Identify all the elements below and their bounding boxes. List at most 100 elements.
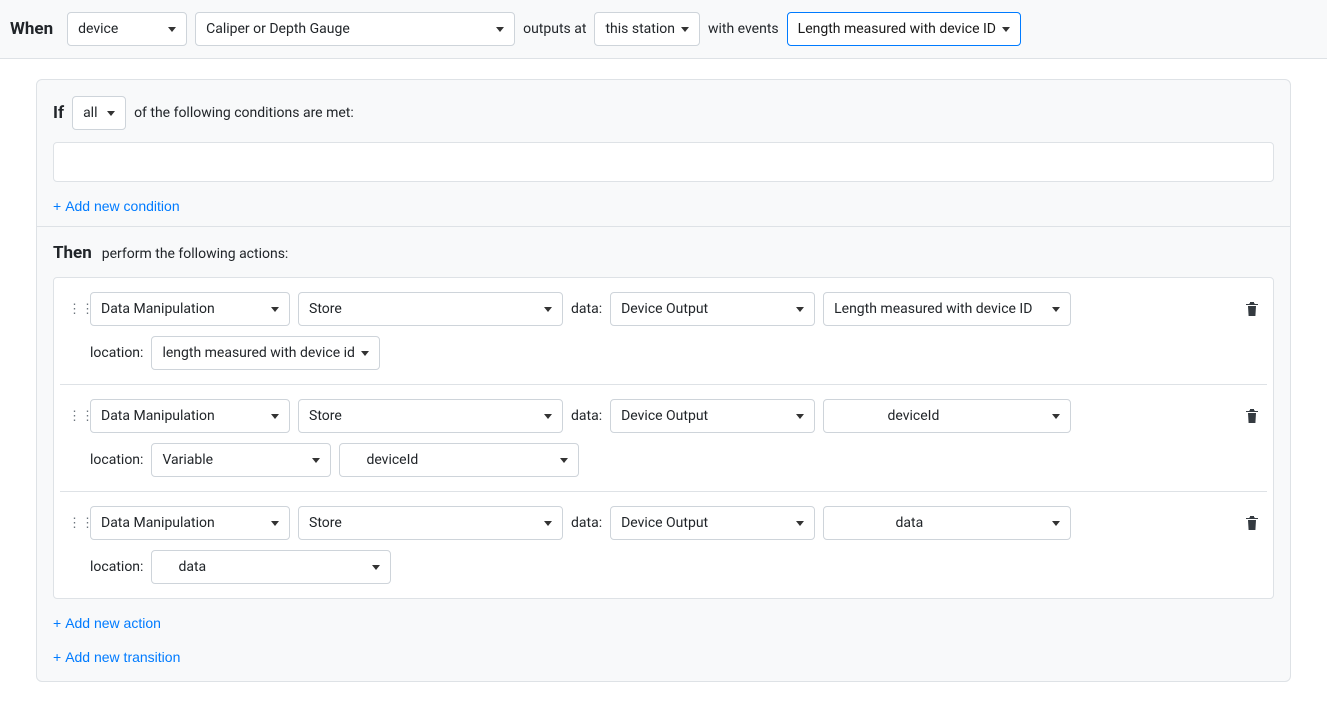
delete-action-button[interactable] <box>1245 514 1259 532</box>
data-label: data: <box>571 408 602 424</box>
if-keyword: If <box>53 103 64 123</box>
location-dropdown[interactable]: length measured with device id <box>151 336 379 370</box>
when-keyword: When <box>10 19 53 39</box>
rule-container: If all of the following conditions are m… <box>36 79 1291 682</box>
add-transition-button[interactable]: + Add new transition <box>53 645 180 669</box>
data-source-value: Device Output <box>621 301 708 317</box>
caret-icon <box>796 414 804 419</box>
action-row-main: ⋮⋮ Data Manipulation Store data: Device … <box>68 399 1259 433</box>
delete-action-button[interactable] <box>1245 300 1259 318</box>
location-value2-dropdown[interactable]: deviceId <box>339 443 579 477</box>
action-item: ⋮⋮ Data Manipulation Store data: Device … <box>60 492 1267 598</box>
add-action-button[interactable]: + Add new action <box>53 611 161 635</box>
drag-handle-icon[interactable]: ⋮⋮ <box>68 516 82 531</box>
when-device-dropdown[interactable]: Caliper or Depth Gauge <box>195 12 515 46</box>
caret-icon <box>312 458 320 463</box>
plus-icon: + <box>53 615 61 631</box>
when-subject-value: device <box>78 21 118 37</box>
data-field-dropdown[interactable]: deviceId <box>823 399 1071 433</box>
location-value: length measured with device id <box>162 345 354 361</box>
action-operation-value: Store <box>309 515 342 531</box>
data-source-dropdown[interactable]: Device Output <box>610 292 815 326</box>
data-source-dropdown[interactable]: Device Output <box>610 506 815 540</box>
action-type-value: Data Manipulation <box>101 301 215 317</box>
caret-icon <box>372 565 380 570</box>
when-bar: When device Caliper or Depth Gauge outpu… <box>0 0 1327 59</box>
data-source-value: Device Output <box>621 515 708 531</box>
caret-icon <box>560 458 568 463</box>
if-quantifier-dropdown[interactable]: all <box>72 96 126 130</box>
caret-icon <box>1002 27 1010 32</box>
data-field-dropdown[interactable]: data <box>823 506 1071 540</box>
action-operation-value: Store <box>309 408 342 424</box>
data-source-value: Device Output <box>621 408 708 424</box>
when-station-value: this station <box>605 21 675 37</box>
caret-icon <box>544 521 552 526</box>
action-operation-value: Store <box>309 301 342 317</box>
caret-icon <box>496 27 504 32</box>
action-type-dropdown[interactable]: Data Manipulation <box>90 506 290 540</box>
caret-icon <box>1052 307 1060 312</box>
drag-handle-icon[interactable]: ⋮⋮ <box>68 302 82 317</box>
action-row-location: location: Variable deviceId <box>90 443 1259 477</box>
drag-handle-icon[interactable]: ⋮⋮ <box>68 409 82 424</box>
caret-icon <box>681 27 689 32</box>
then-suffix: perform the following actions: <box>102 246 289 262</box>
delete-action-button[interactable] <box>1245 407 1259 425</box>
add-transition-label: Add new transition <box>65 649 180 665</box>
caret-icon <box>796 521 804 526</box>
when-event-value: Length measured with device ID <box>798 21 996 37</box>
caret-icon <box>544 414 552 419</box>
conditions-body <box>53 142 1274 182</box>
location-dropdown[interactable]: data <box>151 550 391 584</box>
data-source-dropdown[interactable]: Device Output <box>610 399 815 433</box>
caret-icon <box>271 521 279 526</box>
action-item: ⋮⋮ Data Manipulation Store data: Device … <box>60 278 1267 385</box>
if-header: If all of the following conditions are m… <box>53 96 1274 130</box>
action-row-main: ⋮⋮ Data Manipulation Store data: Device … <box>68 292 1259 326</box>
data-field-value: deviceId <box>887 408 939 424</box>
caret-icon <box>796 307 804 312</box>
when-event-dropdown[interactable]: Length measured with device ID <box>787 12 1021 46</box>
then-header: Then perform the following actions: <box>53 243 1274 263</box>
action-operation-dropdown[interactable]: Store <box>298 506 563 540</box>
then-section: Then perform the following actions: ⋮⋮ D… <box>37 227 1290 681</box>
action-operation-dropdown[interactable]: Store <box>298 292 563 326</box>
action-type-dropdown[interactable]: Data Manipulation <box>90 399 290 433</box>
location-dropdown[interactable]: Variable <box>151 443 331 477</box>
if-suffix: of the following conditions are met: <box>134 105 354 121</box>
location-value: Variable <box>162 452 213 468</box>
caret-icon <box>271 414 279 419</box>
caret-icon <box>1052 521 1060 526</box>
caret-icon <box>168 27 176 32</box>
action-operation-dropdown[interactable]: Store <box>298 399 563 433</box>
outputs-at-label: outputs at <box>523 21 586 37</box>
when-subject-dropdown[interactable]: device <box>67 12 187 46</box>
data-label: data: <box>571 301 602 317</box>
action-type-dropdown[interactable]: Data Manipulation <box>90 292 290 326</box>
location-label: location: <box>90 559 143 575</box>
plus-icon: + <box>53 649 61 665</box>
data-field-value: data <box>896 515 924 531</box>
action-row-location: location: data <box>90 550 1259 584</box>
data-field-value: Length measured with device ID <box>834 301 1032 317</box>
caret-icon <box>271 307 279 312</box>
action-row-main: ⋮⋮ Data Manipulation Store data: Device … <box>68 506 1259 540</box>
if-section: If all of the following conditions are m… <box>37 80 1290 227</box>
data-label: data: <box>571 515 602 531</box>
if-quantifier-value: all <box>83 105 97 121</box>
data-field-dropdown[interactable]: Length measured with device ID <box>823 292 1071 326</box>
location-label: location: <box>90 345 143 361</box>
caret-icon <box>544 307 552 312</box>
location-value2: deviceId <box>366 452 418 468</box>
location-value: data <box>178 559 206 575</box>
with-events-label: with events <box>708 21 779 37</box>
when-station-dropdown[interactable]: this station <box>594 12 700 46</box>
actions-body: ⋮⋮ Data Manipulation Store data: Device … <box>53 277 1274 599</box>
action-item: ⋮⋮ Data Manipulation Store data: Device … <box>60 385 1267 492</box>
action-row-location: location: length measured with device id <box>90 336 1259 370</box>
when-device-value: Caliper or Depth Gauge <box>206 21 350 37</box>
action-type-value: Data Manipulation <box>101 515 215 531</box>
caret-icon <box>1052 414 1060 419</box>
add-condition-button[interactable]: + Add new condition <box>53 194 180 218</box>
